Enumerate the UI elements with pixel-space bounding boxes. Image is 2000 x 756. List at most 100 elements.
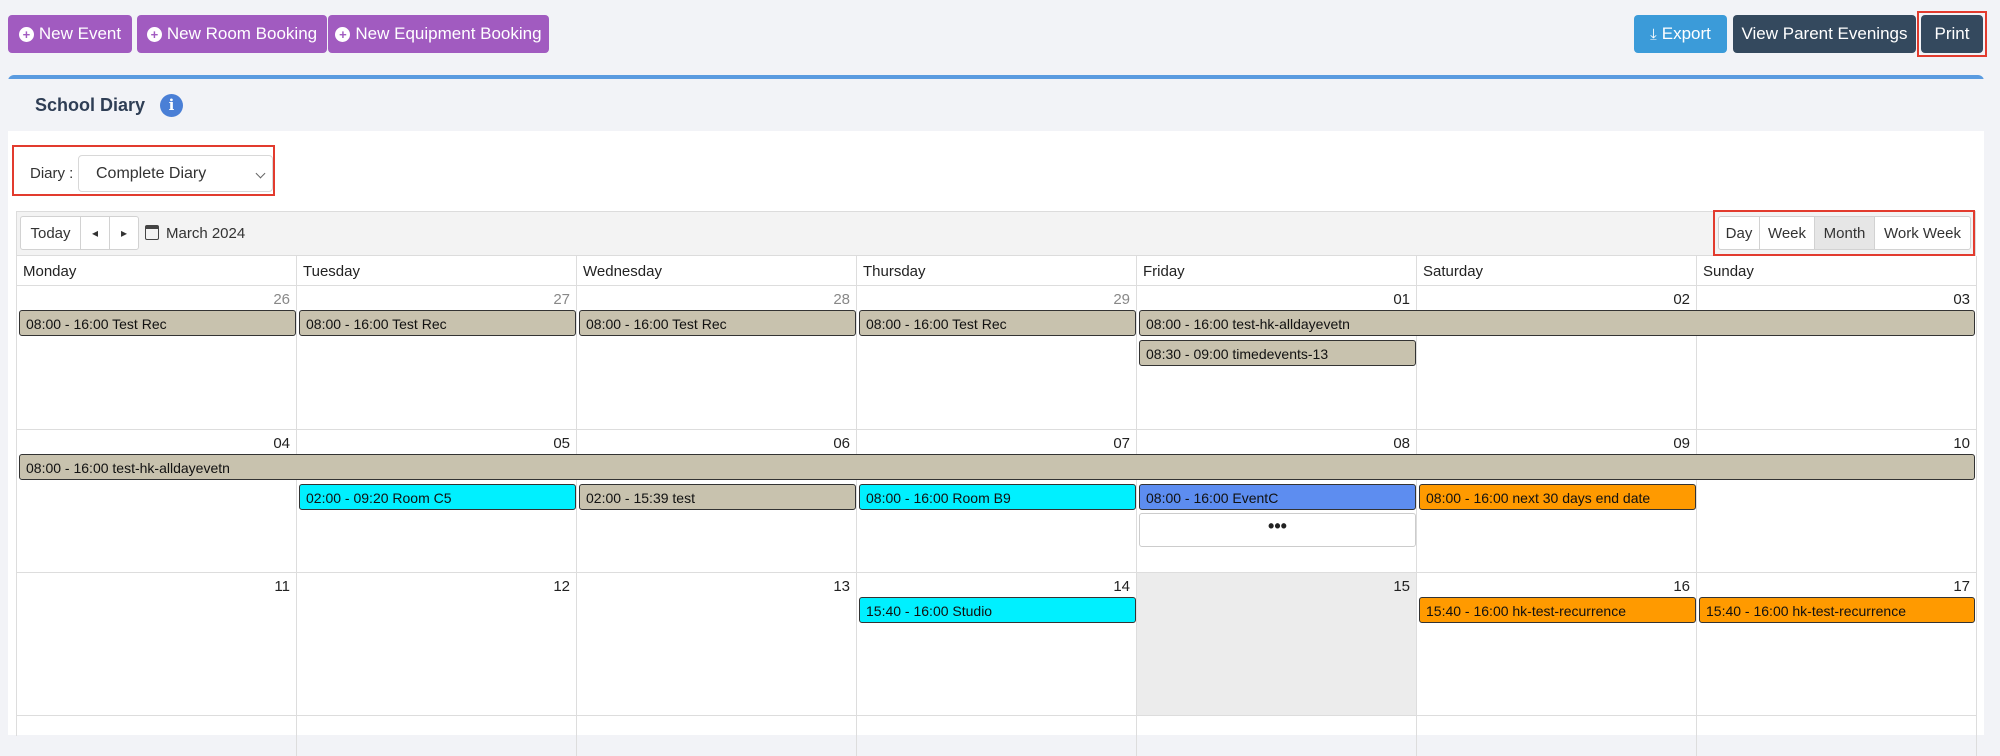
day-number: 06 — [833, 435, 850, 452]
day-number: 16 — [1673, 578, 1690, 595]
calendar-event[interactable]: 15:40 - 16:00 hk-test-recurrence — [1419, 597, 1696, 623]
export-button[interactable]: ⤓ Export — [1634, 15, 1727, 53]
day-cell[interactable]: 14 — [857, 573, 1137, 716]
month-label[interactable]: March 2024 — [166, 225, 245, 242]
calendar-event[interactable]: 08:00 - 16:00 Test Rec — [579, 310, 856, 336]
month-grid: Monday Tuesday Wednesday Thursday Friday… — [16, 256, 1977, 756]
view-week-label: Week — [1767, 224, 1807, 242]
calendar-event[interactable]: 08:00 - 16:00 test-hk-alldayevetn — [1139, 310, 1975, 336]
view-work-week-button[interactable]: Work Week — [1874, 216, 1971, 250]
day-number: 29 — [1113, 291, 1130, 308]
view-parent-evenings-label: View Parent Evenings — [1741, 24, 1908, 43]
new-equipment-booking-button[interactable]: + New Equipment Booking — [328, 15, 549, 53]
day-number: 17 — [1953, 578, 1970, 595]
view-month-label: Month — [1823, 224, 1866, 242]
more-events-button[interactable]: ••• — [1139, 513, 1416, 547]
download-icon: ⤓ — [1650, 25, 1657, 43]
view-day-label: Day — [1725, 224, 1753, 242]
calendar-event[interactable]: 08:00 - 16:00 next 30 days end date — [1419, 484, 1696, 510]
calendar-event[interactable]: 08:00 - 16:00 test-hk-alldayevetn — [19, 454, 1975, 480]
view-day-button[interactable]: Day — [1718, 216, 1760, 250]
calendar-event[interactable]: 08:00 - 16:00 Room B9 — [859, 484, 1136, 510]
day-cell[interactable]: 13 — [577, 573, 857, 716]
dow-thursday: Thursday — [857, 256, 1137, 286]
top-action-bar: + New Event + New Room Booking + New Equipm… — [0, 0, 2000, 70]
diary-label: Diary : — [30, 165, 74, 182]
day-number: 14 — [1113, 578, 1130, 595]
day-cell[interactable] — [17, 716, 297, 756]
next-button[interactable]: ▸ — [109, 216, 139, 250]
caret-left-icon: ◂ — [91, 226, 99, 240]
day-cell[interactable]: 26 — [17, 286, 297, 430]
day-number: 03 — [1953, 291, 1970, 308]
day-cell[interactable]: 03 — [1697, 286, 1977, 430]
calendar-event[interactable]: 15:40 - 16:00 hk-test-recurrence — [1699, 597, 1975, 623]
day-number: 26 — [273, 291, 290, 308]
day-cell[interactable]: 27 — [297, 286, 577, 430]
print-button[interactable]: Print — [1921, 15, 1983, 53]
day-cell[interactable]: 04 — [17, 430, 297, 573]
prev-button[interactable]: ◂ — [80, 216, 110, 250]
day-cell[interactable] — [857, 716, 1137, 756]
day-number: 28 — [833, 291, 850, 308]
chevron-down-icon — [255, 168, 266, 179]
dow-saturday: Saturday — [1417, 256, 1697, 286]
day-number: 09 — [1673, 435, 1690, 452]
day-number: 11 — [274, 578, 290, 595]
calendar-event[interactable]: 02:00 - 09:20 Room C5 — [299, 484, 576, 510]
today-button[interactable]: Today — [20, 216, 81, 250]
day-number: 01 — [1393, 291, 1410, 308]
day-number: 13 — [833, 578, 850, 595]
day-cell[interactable]: 16 — [1417, 573, 1697, 716]
view-week-button[interactable]: Week — [1759, 216, 1815, 250]
calendar-toolbar: Today ◂ ▸ March 2024 Day Week Month Work… — [16, 211, 1976, 256]
view-parent-evenings-button[interactable]: View Parent Evenings — [1733, 15, 1916, 53]
day-cell[interactable] — [1417, 716, 1697, 756]
day-cell[interactable]: 29 — [857, 286, 1137, 430]
dow-friday: Friday — [1137, 256, 1417, 286]
day-number: 05 — [553, 435, 570, 452]
day-number: 02 — [1673, 291, 1690, 308]
new-equipment-booking-label: New Equipment Booking — [355, 24, 542, 43]
calendar-event[interactable]: 08:00 - 16:00 Test Rec — [299, 310, 576, 336]
day-cell-today[interactable]: 15 — [1137, 573, 1417, 716]
day-number: 15 — [1393, 578, 1410, 595]
day-number: 08 — [1393, 435, 1410, 452]
new-room-booking-button[interactable]: + New Room Booking — [137, 15, 327, 53]
calendar-event[interactable]: 08:30 - 09:00 timedevents-13 — [1139, 340, 1416, 366]
day-cell[interactable] — [1697, 716, 1977, 756]
plus-circle-icon: + — [18, 26, 34, 42]
calendar-event[interactable]: 15:40 - 16:00 Studio — [859, 597, 1136, 623]
dow-sunday: Sunday — [1697, 256, 1977, 286]
day-cell[interactable]: 28 — [577, 286, 857, 430]
view-month-button[interactable]: Month — [1814, 216, 1875, 250]
day-cell[interactable]: 12 — [297, 573, 577, 716]
day-cell[interactable]: 02 — [1417, 286, 1697, 430]
caret-right-icon: ▸ — [120, 226, 128, 240]
export-label: Export — [1661, 24, 1711, 43]
day-cell[interactable]: 11 — [17, 573, 297, 716]
page-title: School Diary — [35, 95, 146, 115]
day-cell[interactable] — [1137, 716, 1417, 756]
plus-circle-icon: + — [335, 26, 351, 42]
dow-wednesday: Wednesday — [577, 256, 857, 286]
day-number: 27 — [553, 291, 570, 308]
day-cell[interactable]: 17 — [1697, 573, 1977, 716]
new-event-button[interactable]: + New Event — [8, 15, 132, 53]
day-cell[interactable]: 10 — [1697, 430, 1977, 573]
day-cell[interactable] — [297, 716, 577, 756]
day-number: 04 — [273, 435, 290, 452]
day-number: 07 — [1113, 435, 1130, 452]
view-work-week-label: Work Week — [1884, 224, 1961, 242]
diary-select[interactable]: Complete Diary — [78, 155, 273, 192]
calendar-event[interactable]: 08:00 - 16:00 Test Rec — [859, 310, 1136, 336]
calendar-event[interactable]: 08:00 - 16:00 Test Rec — [19, 310, 296, 336]
day-cell[interactable] — [577, 716, 857, 756]
calendar-icon[interactable] — [145, 225, 159, 240]
calendar-event[interactable]: 08:00 - 16:00 EventC — [1139, 484, 1416, 510]
new-event-label: New Event — [38, 24, 122, 43]
calendar-event[interactable]: 02:00 - 15:39 test — [579, 484, 856, 510]
panel-header: School Diary i — [8, 79, 1984, 131]
info-icon[interactable]: i — [160, 94, 183, 117]
today-label: Today — [30, 224, 71, 242]
